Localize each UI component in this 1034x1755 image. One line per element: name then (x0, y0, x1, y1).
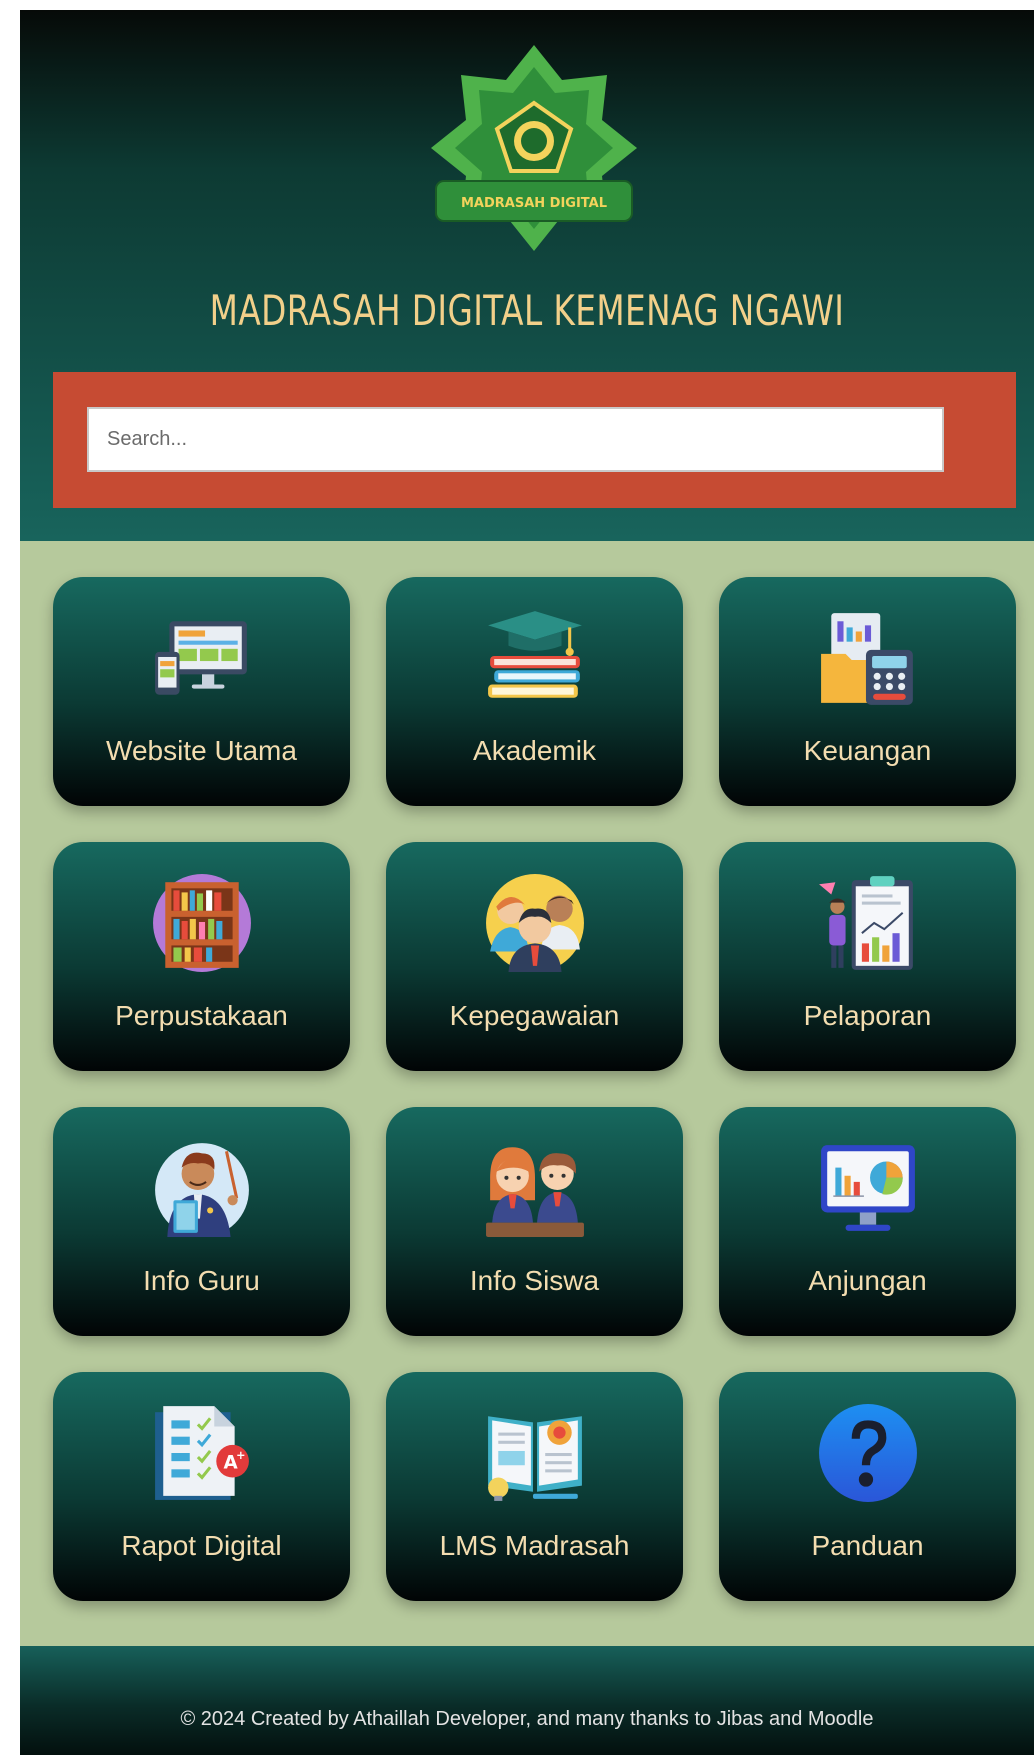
tile-info-guru[interactable]: Info Guru (53, 1107, 350, 1336)
page-title: MADRASAH DIGITAL KEMENAG NGAWI (209, 286, 845, 335)
tile-label: Keuangan (803, 735, 932, 766)
header: MADRASAH DIGITAL MADRASAH DIGITAL KEMENA… (20, 10, 1034, 541)
tile-label: Website Utama (106, 735, 297, 766)
tile-label: Panduan (811, 1530, 924, 1561)
open-book-lms-icon (488, 1416, 582, 1501)
left-edge-strip (0, 0, 20, 1755)
tile-panduan[interactable]: Panduan (719, 1372, 1016, 1601)
library-bookshelf-icon (153, 874, 251, 972)
website-devices-icon (155, 621, 247, 695)
graduation-books-icon (488, 611, 582, 698)
tile-anjungan[interactable]: Anjungan (719, 1107, 1016, 1336)
students-icon (486, 1147, 584, 1237)
teacher-icon (155, 1143, 249, 1237)
finance-calculator-icon (821, 613, 913, 705)
footer: © 2024 Created by Athaillah Developer, a… (20, 1646, 1034, 1755)
search-input[interactable] (87, 407, 944, 472)
report-card-icon: A + (155, 1406, 249, 1500)
tile-label: Perpustakaan (115, 1000, 288, 1031)
tile-keuangan[interactable]: Keuangan (719, 577, 1016, 806)
tile-pelaporan[interactable]: Pelaporan (719, 842, 1016, 1071)
tile-perpustakaan[interactable]: Perpustakaan (53, 842, 350, 1071)
staff-people-icon (486, 874, 584, 972)
madrasah-digital-logo[interactable]: MADRASAH DIGITAL (431, 45, 637, 251)
monitor-chart-icon (821, 1145, 915, 1231)
tile-label: Rapot Digital (121, 1530, 282, 1561)
tile-label: Akademik (473, 735, 596, 766)
tile-lms-madrasah[interactable]: LMS Madrasah (386, 1372, 683, 1601)
tile-label: LMS Madrasah (439, 1530, 630, 1561)
tile-label: Pelaporan (803, 1000, 932, 1031)
tile-label: Info Guru (143, 1265, 260, 1296)
svg-text:+: + (236, 1449, 245, 1462)
question-mark-icon (819, 1404, 917, 1502)
tile-website-utama[interactable]: Website Utama (53, 577, 350, 806)
tile-info-siswa[interactable]: Info Siswa (386, 1107, 683, 1336)
tile-label: Info Siswa (469, 1265, 600, 1296)
tile-kepegawaian[interactable]: Kepegawaian (386, 842, 683, 1071)
tile-label: Kepegawaian (449, 1000, 620, 1031)
report-chart-icon (819, 876, 913, 970)
search-bar-container (53, 372, 1016, 508)
tile-rapot-digital[interactable]: A + Rapot Digital (53, 1372, 350, 1601)
footer-credits: © 2024 Created by Athaillah Developer, a… (180, 1708, 874, 1730)
page: MADRASAH DIGITAL MADRASAH DIGITAL KEMENA… (20, 10, 1034, 1755)
tile-label: Anjungan (808, 1265, 927, 1296)
tile-akademik[interactable]: Akademik (386, 577, 683, 806)
logo-text: MADRASAH DIGITAL (461, 196, 607, 211)
